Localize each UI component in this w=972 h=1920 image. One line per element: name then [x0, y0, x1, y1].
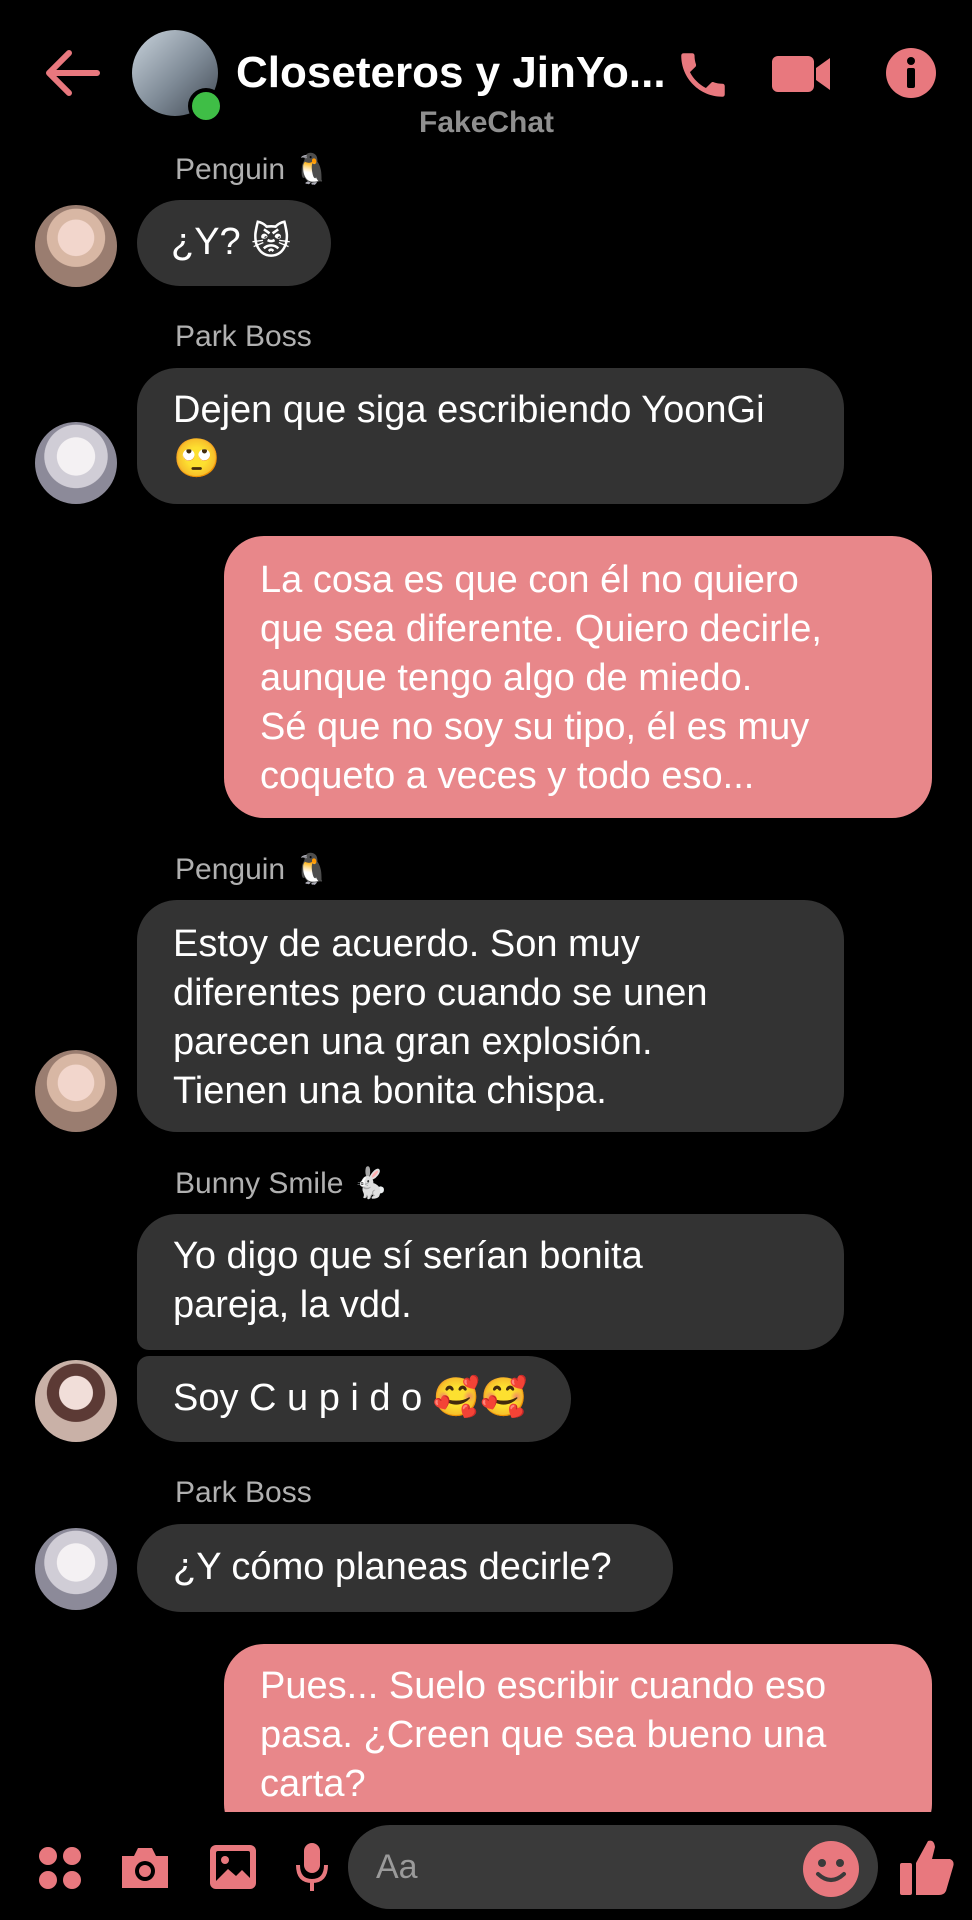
gallery-icon: [210, 1845, 256, 1889]
microphone-button[interactable]: [284, 1836, 340, 1898]
message-text: carta?: [260, 1763, 366, 1805]
emoji-icon: [803, 1841, 859, 1897]
gallery-button[interactable]: [202, 1836, 264, 1898]
message-text: Pues... Suelo escribir cuando eso: [260, 1665, 827, 1707]
emoji-button[interactable]: [800, 1838, 862, 1900]
apps-button[interactable]: [30, 1838, 90, 1898]
apps-icon: [39, 1847, 81, 1889]
thumbs-up-icon: [900, 1840, 954, 1895]
thumbs-up-button[interactable]: [894, 1832, 960, 1902]
camera-icon: [122, 1848, 168, 1888]
camera-button[interactable]: [114, 1836, 176, 1898]
message-text: pasa. ¿Creen que sea bueno una: [260, 1714, 827, 1756]
message-input[interactable]: [348, 1825, 878, 1909]
message-bubble-outgoing[interactable]: Pues... Suelo escribir cuando eso pasa. …: [224, 1644, 932, 1812]
microphone-icon: [296, 1843, 328, 1891]
message-list-clip: Pues... Suelo escribir cuando eso pasa. …: [0, 0, 972, 1812]
